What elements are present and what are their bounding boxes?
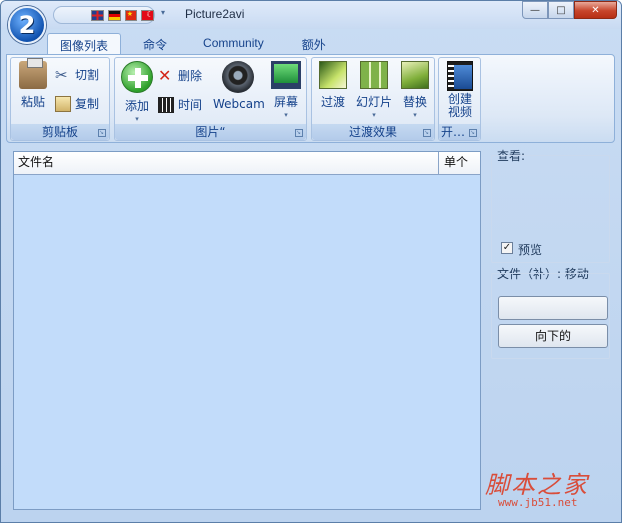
screen-dropdown-icon: ▾ (284, 111, 288, 119)
scissors-icon: ✂ (55, 65, 68, 84)
cut-button[interactable]: ✂ 切割 (55, 66, 99, 83)
webcam-button[interactable]: Webcam (213, 61, 265, 111)
ribbon: 粘贴 ✂ 切割 复制 剪贴板 ↘ 添加 ▾ ✕ 删除 时间 Webcam 屏幕 … (6, 54, 615, 143)
open-group: 创建 视频 开… ↘ (438, 57, 481, 141)
delete-label: 删除 (178, 69, 203, 83)
pictures-group-label: 图片“ (115, 124, 306, 140)
preview-checkbox[interactable]: ✓ (501, 242, 513, 254)
clipboard-launcher-icon[interactable]: ↘ (98, 129, 106, 137)
add-label: 添加 (124, 99, 149, 113)
tab-extra[interactable]: 额外 (290, 33, 338, 55)
transition-button[interactable]: 过渡 (314, 61, 352, 110)
tab-commands[interactable]: 命令 (131, 33, 179, 55)
transitions-group: 过渡 幻灯片 ▾ 替换 ▾ 过渡效果 ↘ (311, 57, 435, 141)
replace-dropdown-icon: ▾ (413, 111, 417, 119)
app-logo-text: 2 (18, 11, 36, 39)
slideshow-icon (360, 61, 388, 89)
minimize-button[interactable]: — (522, 1, 548, 19)
delete-button[interactable]: ✕ 删除 (158, 67, 202, 84)
watermark-text: 脚本之家 (485, 471, 589, 499)
create-video-button[interactable]: 创建 视频 (442, 61, 478, 119)
move-up-button[interactable] (498, 296, 608, 320)
application-menu-button[interactable]: 2 (8, 6, 46, 44)
delete-icon: ✕ (158, 65, 172, 85)
create-video-label-2: 视频 (447, 105, 472, 119)
clipboard-group: 粘贴 ✂ 切割 复制 剪贴板 ↘ (10, 57, 110, 141)
time-label: 时间 (178, 98, 203, 112)
title-bar: ▾ Picture2avi — □ ✕ (1, 1, 621, 29)
flag-uk-icon[interactable] (91, 9, 105, 21)
film-time-icon (158, 96, 174, 113)
copy-button[interactable]: 复制 (55, 95, 99, 112)
paste-icon (19, 58, 47, 89)
qat-dropdown-icon[interactable]: ▾ (161, 8, 165, 17)
tab-image-list[interactable]: 图像列表 (47, 33, 122, 55)
pictures-group: 添加 ▾ ✕ 删除 时间 Webcam 屏幕 ▾ 图片“ ↘ (114, 57, 307, 141)
time-button[interactable]: 时间 (158, 96, 202, 113)
move-down-button[interactable]: 向下的 (498, 324, 608, 348)
transition-label: 过渡 (320, 95, 345, 109)
screen-button[interactable]: 屏幕 ▾ (267, 61, 305, 119)
open-launcher-icon[interactable]: ↘ (469, 129, 477, 137)
transitions-group-label: 过渡效果 (312, 124, 434, 140)
screen-label: 屏幕 (273, 95, 298, 109)
flag-tr-icon[interactable] (141, 9, 155, 21)
preview-label: 预览 (518, 243, 543, 257)
list-header: 文件名 单个 (14, 152, 480, 175)
ribbon-tabs: 图像列表 命令 Community 额外 (47, 33, 338, 55)
add-icon (121, 61, 153, 93)
window-title: Picture2avi (185, 7, 245, 21)
quick-access-toolbar (53, 6, 155, 24)
tab-community[interactable]: Community (191, 33, 276, 55)
file-list[interactable]: 文件名 单个 (13, 151, 481, 510)
replace-label: 替换 (402, 95, 427, 109)
flag-cn-icon[interactable] (124, 9, 138, 21)
webcam-label: Webcam (213, 97, 265, 111)
flag-de-icon[interactable] (108, 9, 121, 21)
view-fieldset: ✓ 预览 (491, 155, 610, 263)
watermark-url: www.jb51.net (498, 496, 578, 509)
film-icon (447, 61, 473, 91)
maximize-button[interactable]: □ (548, 1, 574, 19)
clipboard-group-label: 剪贴板 (11, 124, 109, 140)
webcam-icon (222, 61, 254, 93)
window-controls: — □ ✕ (522, 1, 617, 19)
column-single[interactable]: 单个 (440, 152, 480, 175)
copy-label: 复制 (75, 97, 100, 111)
transition-icon (319, 61, 347, 89)
cut-label: 切割 (75, 68, 100, 82)
move-fieldset: 向下的 (491, 273, 610, 359)
paste-label: 粘贴 (20, 95, 45, 109)
copy-icon (55, 95, 71, 112)
transitions-launcher-icon[interactable]: ↘ (423, 129, 431, 137)
replace-icon (401, 61, 429, 89)
slideshow-label: 幻灯片 (355, 95, 392, 109)
pictures-launcher-icon[interactable]: ↘ (295, 129, 303, 137)
replace-button[interactable]: 替换 ▾ (396, 61, 434, 119)
column-filename[interactable]: 文件名 (14, 152, 439, 175)
slideshow-dropdown-icon: ▾ (372, 111, 376, 119)
close-button[interactable]: ✕ (574, 1, 617, 19)
slideshow-button[interactable]: 幻灯片 ▾ (354, 61, 394, 119)
monitor-icon (271, 61, 301, 89)
add-button[interactable]: 添加 ▾ (119, 61, 155, 123)
paste-button[interactable]: 粘贴 (14, 58, 52, 110)
app-window: ▾ Picture2avi — □ ✕ 2 图像列表 命令 Community … (0, 0, 622, 523)
side-panel: 查看: ✓ 预览 文件（补）: 移动 向下的 (489, 145, 615, 515)
add-dropdown-icon: ▾ (135, 115, 139, 123)
